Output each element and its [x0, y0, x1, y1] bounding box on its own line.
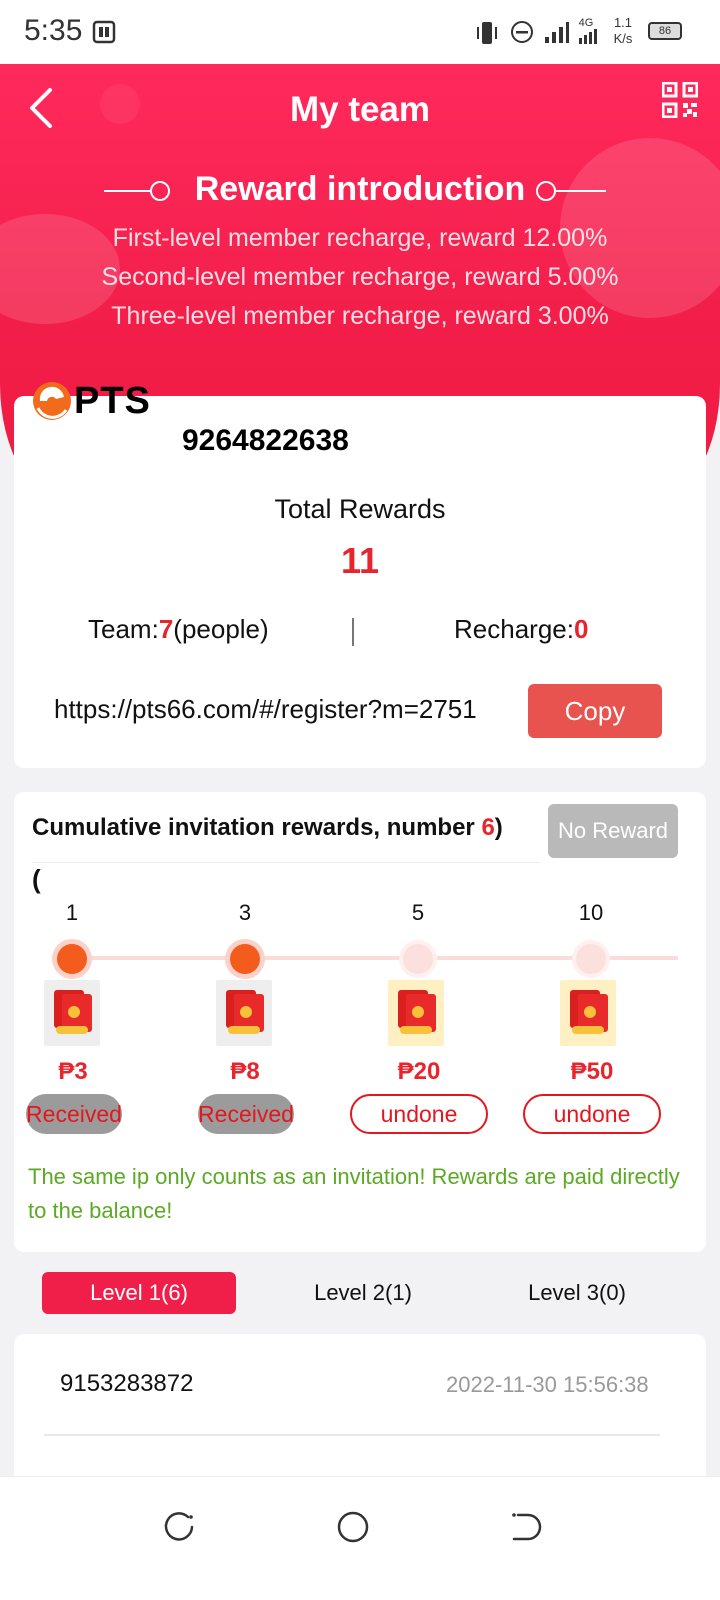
invitation-paren: ( [32, 864, 41, 894]
milestone-status-received[interactable]: Received [26, 1094, 122, 1134]
vibrate-icon [477, 22, 497, 44]
team-unit: (people) [173, 614, 269, 644]
invitation-title-close: ) [494, 814, 503, 841]
signal-icon [545, 22, 569, 43]
dnd-icon [511, 21, 533, 43]
home-icon[interactable] [335, 1509, 371, 1545]
recharge-label: Recharge: [454, 614, 574, 644]
intro-dot-right [536, 181, 556, 201]
member-time: 2022-11-30 15:56:38 [446, 1372, 649, 1397]
page-title: My team [289, 90, 431, 129]
reward-rule-1: First-level member recharge, reward 12.0… [112, 224, 608, 252]
stat-divider [352, 618, 354, 646]
recent-apps-icon[interactable] [162, 1509, 198, 1545]
member-divider [44, 1434, 660, 1436]
red-envelope-graphic [570, 990, 608, 1034]
milestone-amount: ₱8 [230, 1058, 260, 1085]
invitation-title-text: Cumulative invitation rewards, number [32, 814, 482, 841]
red-envelope-graphic [398, 990, 436, 1034]
reward-intro-title: Reward introduction [194, 170, 526, 208]
milestone-count: 3 [238, 900, 252, 925]
intro-line-right [556, 190, 606, 192]
invite-link: https://pts66.com/#/register?m=2751 [54, 694, 477, 724]
milestone-dot [57, 944, 87, 974]
invitation-notice: The same ip only counts as an invitation… [28, 1164, 680, 1223]
total-rewards-label: Total Rewards [274, 494, 446, 524]
red-envelope-icon [388, 980, 444, 1046]
team-count: Team:7(people) [88, 614, 269, 645]
team-label: Team: [88, 614, 159, 644]
tab-level-3[interactable]: Level 3(0) [480, 1272, 674, 1314]
milestone-count: 1 [65, 900, 79, 925]
team-count-value: 7 [158, 614, 174, 644]
milestone-count: 10 [578, 900, 604, 925]
member-id: 9153283872 [60, 1370, 194, 1397]
speed-unit: K/s [613, 31, 633, 46]
back-nav-icon[interactable] [508, 1509, 544, 1545]
recharge-value: 0 [573, 614, 589, 644]
red-envelope-icon [560, 980, 616, 1046]
invitation-number: 6 [481, 814, 495, 841]
sim-card-icon [92, 20, 116, 44]
reward-rule-3: Three-level member recharge, reward 3.00… [111, 302, 609, 330]
red-envelope-graphic [226, 990, 264, 1034]
speed-value: 1.1 [613, 15, 633, 30]
status-time: 5:35 [24, 14, 83, 47]
copy-button[interactable]: Copy [528, 684, 662, 738]
pts-logo-text: PTS [74, 380, 151, 422]
milestone-count: 5 [411, 900, 425, 925]
no-reward-button[interactable]: No Reward [548, 804, 678, 858]
member-list [14, 1334, 706, 1494]
milestone-amount: ₱50 [570, 1058, 614, 1085]
milestone-dot [403, 944, 433, 974]
system-nav-bar [0, 1476, 720, 1600]
milestone-status-undone[interactable]: undone [350, 1094, 488, 1134]
milestone-amount: ₱3 [58, 1058, 88, 1085]
recharge-count: Recharge:0 [454, 614, 588, 645]
status-bar: 5:35 4G 1.1 K/s 86 [0, 0, 720, 64]
tab-level-2[interactable]: Level 2(1) [266, 1272, 460, 1314]
tab-level-1[interactable]: Level 1(6) [42, 1272, 236, 1314]
account-id: 9264822638 [182, 424, 349, 457]
milestone-status-undone[interactable]: undone [523, 1094, 661, 1134]
battery-level: 86 [658, 25, 672, 37]
milestone-amount: ₱20 [397, 1058, 441, 1085]
milestone-status-received[interactable]: Received [198, 1094, 294, 1134]
red-envelope-graphic [54, 990, 92, 1034]
title-underline [32, 862, 540, 863]
milestone-dot [576, 944, 606, 974]
red-envelope-icon [44, 980, 100, 1046]
battery-icon: 86 [648, 22, 682, 40]
qr-code-icon[interactable] [662, 82, 698, 118]
milestone-dot [230, 944, 260, 974]
reward-rule-2: Second-level member recharge, reward 5.0… [101, 263, 619, 291]
signal-4g-icon [579, 29, 597, 44]
invitation-title: Cumulative invitation rewards, number 6) [32, 814, 503, 842]
total-rewards-value: 11 [340, 540, 380, 581]
red-envelope-icon [216, 980, 272, 1046]
